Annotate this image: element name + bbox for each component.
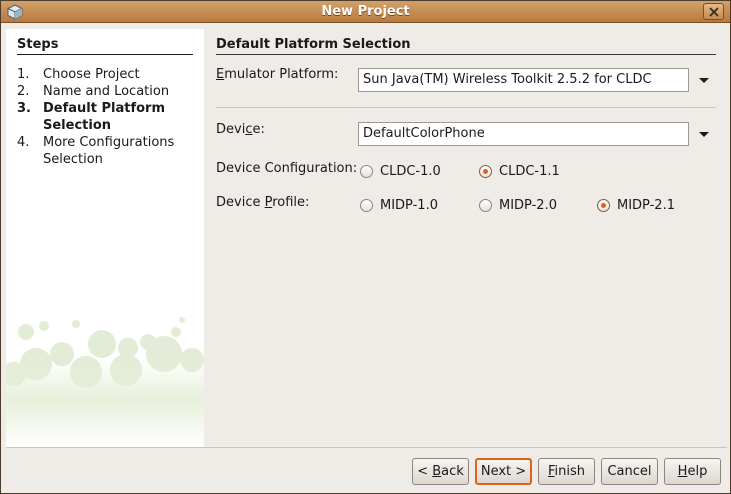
next-button[interactable]: Next > <box>475 458 532 485</box>
device-dropdown-button[interactable] <box>689 122 717 146</box>
close-icon <box>709 7 719 17</box>
device-profile-label: Device Profile: <box>216 195 310 210</box>
help-button[interactable]: Help <box>664 458 721 485</box>
device-combo[interactable]: DefaultColorPhone <box>358 122 717 146</box>
radio-indicator[interactable] <box>597 199 610 212</box>
chevron-down-icon <box>699 132 709 137</box>
title-bar[interactable]: New Project <box>1 1 730 23</box>
step-label: Choose Project <box>43 67 140 82</box>
radio-label[interactable]: CLDC-1.1 <box>499 164 560 179</box>
section-divider <box>216 54 716 55</box>
emulator-platform-combo[interactable]: Sun Java(TM) Wireless Toolkit 2.5.2 for … <box>358 68 717 92</box>
radio-label[interactable]: MIDP-2.0 <box>499 198 557 213</box>
chevron-down-icon <box>699 78 709 83</box>
steps-title: Steps <box>17 37 59 52</box>
emulator-platform-label: Emulator Platform: <box>216 67 339 82</box>
device-value[interactable]: DefaultColorPhone <box>358 122 689 146</box>
radio-label[interactable]: CLDC-1.0 <box>380 164 441 179</box>
step-number: 1. <box>17 67 30 82</box>
platform-selection-panel: Default Platform Selection Emulator Plat… <box>204 29 728 447</box>
back-button[interactable]: < Back <box>412 458 469 485</box>
window-title: New Project <box>321 4 410 19</box>
radio-indicator[interactable] <box>360 165 373 178</box>
steps-panel: Steps 1. Choose Project 2. Name and Loca… <box>6 29 204 447</box>
step-label: Name and Location <box>43 84 170 99</box>
device-configuration-label: Device Configuration: <box>216 161 358 176</box>
close-button[interactable] <box>703 3 724 20</box>
radio-label[interactable]: MIDP-2.1 <box>617 198 675 213</box>
step-label: More Configurations Selection <box>43 135 175 167</box>
emulator-platform-dropdown-button[interactable] <box>689 68 717 92</box>
step-number: 3. <box>17 101 31 116</box>
step-number: 4. <box>17 135 30 150</box>
radio-indicator[interactable] <box>479 199 492 212</box>
radio-indicator[interactable] <box>479 165 492 178</box>
finish-button[interactable]: Finish <box>538 458 595 485</box>
field-separator <box>216 107 716 108</box>
decorative-bubbles-image <box>6 317 204 447</box>
step-label: Default Platform Selection <box>43 101 166 133</box>
radio-indicator[interactable] <box>360 199 373 212</box>
radio-label[interactable]: MIDP-1.0 <box>380 198 438 213</box>
button-bar-divider <box>6 447 727 448</box>
emulator-platform-value[interactable]: Sun Java(TM) Wireless Toolkit 2.5.2 for … <box>358 68 689 92</box>
device-label: Device: <box>216 122 265 137</box>
cancel-button[interactable]: Cancel <box>601 458 658 485</box>
new-project-dialog: New Project Steps 1. Choose Project 2. N… <box>0 0 731 494</box>
step-number: 2. <box>17 84 30 99</box>
steps-divider <box>17 54 193 55</box>
section-title: Default Platform Selection <box>216 37 411 52</box>
